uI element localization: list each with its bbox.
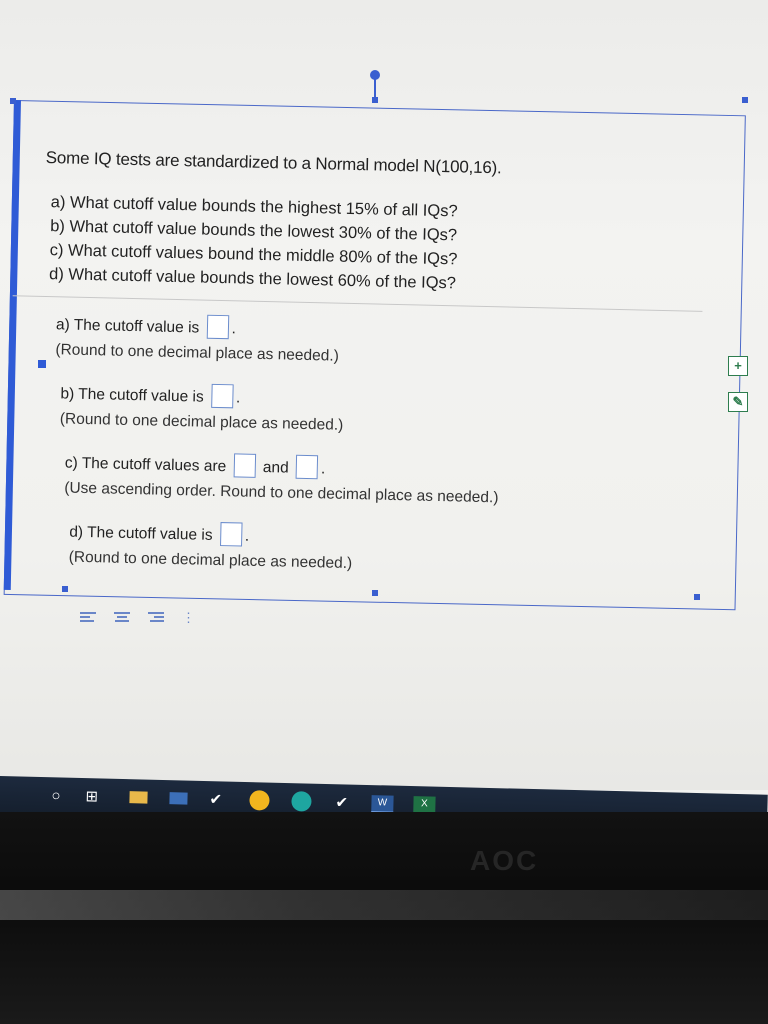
chrome-icon[interactable] bbox=[249, 790, 270, 811]
answer-c-input-1[interactable] bbox=[233, 453, 256, 478]
answer-a-label: a) The cutoff value is bbox=[55, 316, 200, 337]
answer-b-input[interactable] bbox=[210, 383, 234, 409]
pin-icon[interactable]: ✔ bbox=[335, 794, 348, 812]
align-center-icon[interactable] bbox=[114, 612, 130, 624]
task-view-icon[interactable]: ⊞ bbox=[85, 788, 98, 806]
answer-a: a) The cutoff value is . (Round to one d… bbox=[55, 311, 682, 376]
word-icon[interactable]: W bbox=[371, 795, 394, 814]
file-explorer-icon[interactable] bbox=[129, 791, 148, 804]
answer-c-and: and bbox=[262, 459, 289, 477]
resize-handle-top-right[interactable] bbox=[742, 97, 748, 103]
answer-c-period: . bbox=[320, 460, 326, 478]
answer-c: c) The cutoff values are and . (Use asce… bbox=[64, 450, 679, 515]
answer-b: b) The cutoff value is . (Round to one d… bbox=[60, 380, 681, 445]
align-toolbar: ⋮ bbox=[80, 610, 195, 626]
desk-background bbox=[0, 890, 768, 920]
resize-handle-bottom-left[interactable] bbox=[62, 586, 68, 592]
side-icons: + ✎ bbox=[728, 356, 748, 428]
comment-icon[interactable]: ✎ bbox=[728, 392, 748, 412]
pin-icon[interactable]: ✔ bbox=[209, 791, 222, 809]
monitor-brand-logo: AOC bbox=[470, 845, 539, 876]
start-icon[interactable]: ○ bbox=[51, 787, 60, 805]
question-content: Some IQ tests are standardized to a Norm… bbox=[12, 148, 703, 583]
answer-a-period: . bbox=[231, 320, 237, 338]
more-options-icon[interactable]: ⋮ bbox=[182, 610, 195, 626]
answer-c-label: c) The cutoff values are bbox=[64, 454, 227, 476]
align-left-icon[interactable] bbox=[80, 612, 96, 624]
answer-b-period: . bbox=[235, 389, 241, 407]
question-parts: a) What cutoff value bounds the highest … bbox=[49, 190, 685, 300]
align-right-icon[interactable] bbox=[148, 612, 164, 624]
screen: Some IQ tests are standardized to a Norm… bbox=[0, 0, 768, 790]
mail-icon[interactable] bbox=[169, 792, 188, 805]
resize-handle-bottom-right[interactable] bbox=[694, 594, 700, 600]
rotate-handle[interactable] bbox=[370, 70, 380, 80]
answer-d-label: d) The cutoff value is bbox=[69, 523, 213, 544]
edge-icon[interactable] bbox=[291, 791, 312, 812]
add-icon[interactable]: + bbox=[728, 356, 748, 376]
answer-c-input-2[interactable] bbox=[295, 454, 319, 480]
answer-b-label: b) The cutoff value is bbox=[60, 385, 204, 406]
answer-d-period: . bbox=[244, 527, 250, 545]
resize-handle-top[interactable] bbox=[372, 97, 378, 103]
resize-handle-bottom[interactable] bbox=[372, 590, 378, 596]
resize-handle-top-left[interactable] bbox=[10, 98, 16, 104]
answer-a-input[interactable] bbox=[206, 314, 229, 340]
answer-d-input[interactable] bbox=[219, 522, 243, 547]
